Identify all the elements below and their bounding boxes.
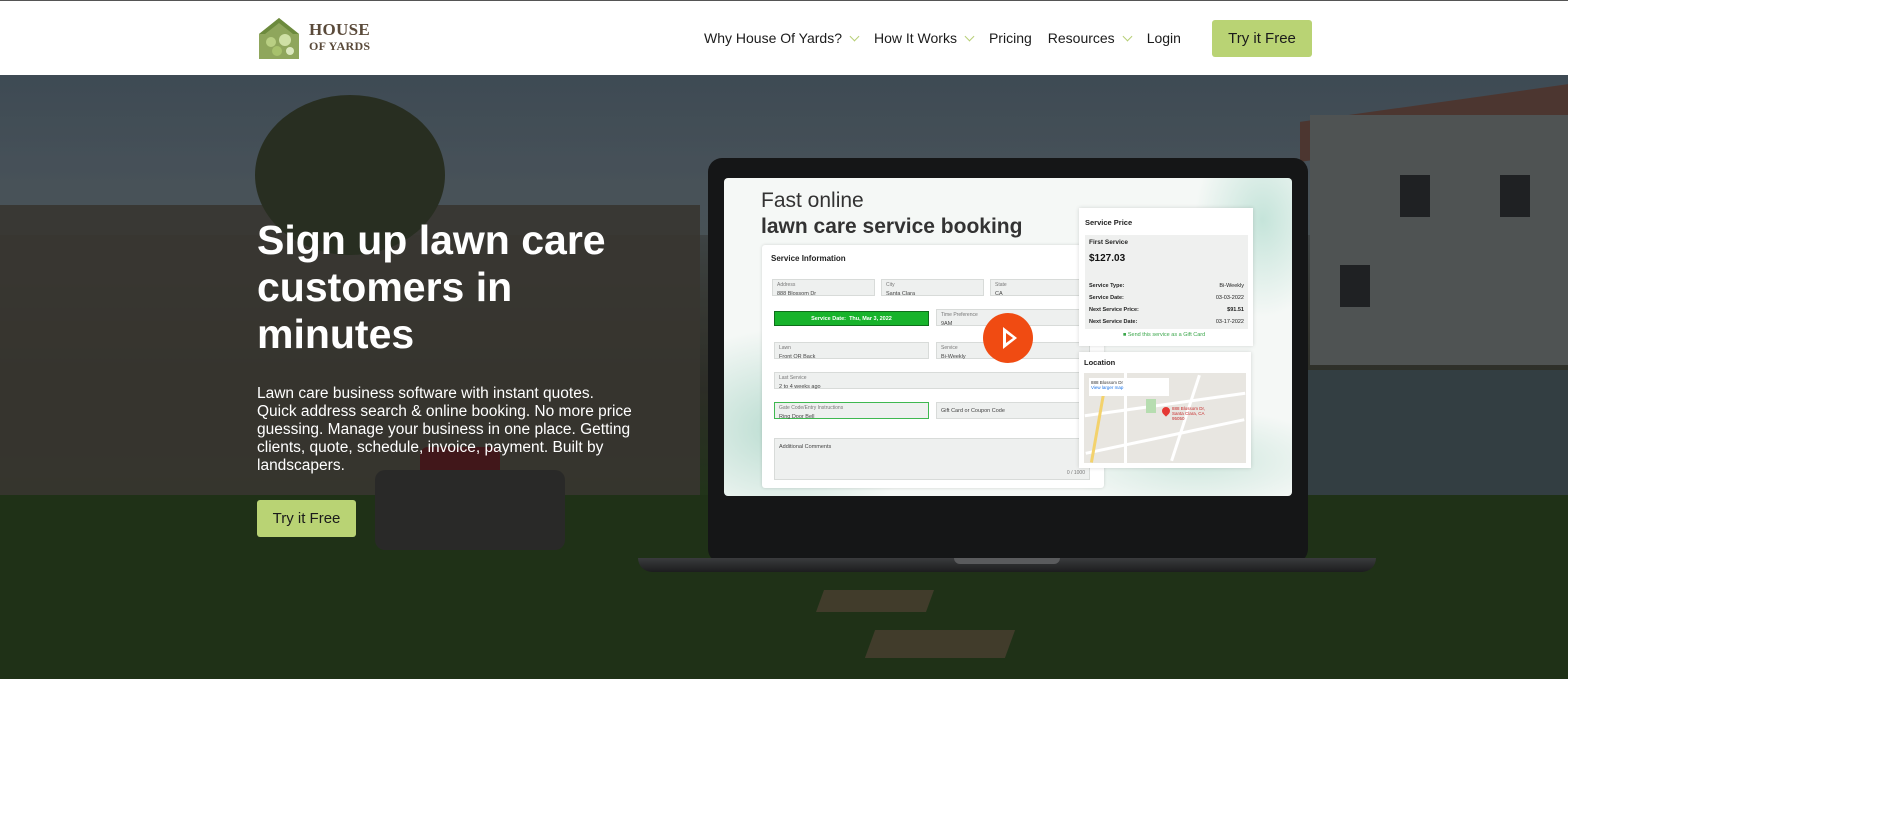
first-service-amount: $127.03 (1089, 253, 1126, 264)
logo-text: HOUSE OF YARDS (309, 20, 371, 54)
price-row: Service Type: Bi-Weekly (1089, 283, 1244, 289)
comments-field: Additional Comments 0 / 1000 (774, 438, 1090, 480)
state-field: State CA (990, 279, 1090, 297)
last-service-field: Last Service 2 to 4 weeks ago (774, 372, 1090, 390)
coupon-field: Gift Card or Coupon Code (936, 402, 1090, 419)
field-value: CA (995, 291, 1003, 297)
house-leaf-logo-icon (259, 18, 299, 59)
video-heading-line-2: lawn care service booking (761, 215, 1023, 238)
field-value: Santa Clara (886, 291, 916, 297)
price-row-value: 03-17-2022 (1215, 319, 1244, 325)
map-pin-label: 888 Blossom Dr, Santa Clara, CA 95050 (1172, 406, 1206, 421)
site-header: HOUSE OF YARDS Why House Of Yards? How I… (0, 1, 1568, 75)
nav-how-it-works[interactable]: How It Works (873, 30, 975, 46)
hero-description: Lawn care business software with instant… (257, 385, 632, 474)
price-row-value: $91.51 (1227, 307, 1244, 313)
chevron-down-icon (964, 31, 975, 41)
laptop-notch (954, 558, 1060, 564)
service-date-value: Thu, Mar 3, 2022 (849, 315, 892, 322)
play-icon-inner (1006, 333, 1013, 343)
map-address-label: 888 Blossom Dr View larger map (1089, 378, 1169, 396)
price-row: Next Service Date: 03-17-2022 (1089, 319, 1244, 325)
map-mockup: 888 Blossom Dr View larger map 888 Bloss… (1084, 373, 1246, 463)
entry-instructions-field: Gate Code/Entry Instructions Ring Door B… (774, 402, 929, 420)
nav-label: Pricing (988, 30, 1032, 46)
nav-label: Resources (1047, 30, 1115, 46)
location-card-title: Location (1084, 358, 1116, 367)
field-label: Last Service (779, 375, 807, 381)
hero-section: Sign up lawn care customers in minutes L… (0, 75, 1568, 679)
service-date-bar: Service Date: Thu, Mar 3, 2022 (774, 311, 929, 326)
price-card-title: Service Price (1085, 218, 1133, 227)
city-field: City Santa Clara (881, 279, 984, 297)
price-card-body: First Service $127.03 Service Type: Bi-W… (1085, 235, 1248, 329)
gift-card-link: ■ Send this service as a Gift Card (1123, 332, 1205, 338)
field-label: Address (777, 282, 796, 288)
location-card: Location 888 Blossom Dr View larger map … (1079, 352, 1251, 468)
service-price-card: Service Price First Service $127.03 Serv… (1079, 208, 1253, 346)
price-row-value: 03-03-2022 (1215, 295, 1244, 301)
price-row-label: Next Service Price: (1089, 307, 1139, 313)
field-label: State (995, 282, 1007, 288)
field-value: Ring Door Bell (779, 414, 815, 420)
chevron-down-icon (1122, 31, 1133, 41)
service-date-label: Service Date: (811, 315, 846, 322)
price-row: Service Date: 03-03-2022 (1089, 295, 1244, 301)
video-preview[interactable]: Fast online lawn care service booking Se… (724, 178, 1292, 496)
map-pin-icon (1160, 405, 1172, 417)
gift-card-text: Send this service as a Gift Card (1127, 332, 1206, 338)
service-form-mockup: Service Information Address 888 Blossom … (762, 245, 1104, 488)
logo-line-2: OF YARDS (309, 39, 371, 53)
price-row-label: Service Date: (1089, 295, 1124, 301)
gift-icon: ■ (1123, 332, 1127, 338)
price-row-label: Service Type: (1089, 283, 1125, 289)
price-row-label: Next Service Date: (1089, 319, 1138, 325)
field-placeholder: Additional Comments (779, 444, 832, 450)
map-park (1146, 399, 1156, 413)
field-label: Lawn (779, 345, 791, 351)
nav-label: Login (1146, 30, 1181, 46)
form-title: Service Information (771, 254, 846, 263)
nav-resources[interactable]: Resources (1047, 30, 1133, 46)
field-label: City (886, 282, 895, 288)
video-heading-line-1: Fast online (761, 189, 864, 212)
field-value: 2 to 4 weeks ago (779, 384, 821, 390)
field-label: Gate Code/Entry Instructions (779, 405, 844, 411)
field-value: Front OR Back (779, 354, 816, 360)
field-label: Time Preference (941, 312, 978, 318)
field-value: 888 Blossom Dr (777, 291, 817, 297)
hero-try-free-button[interactable]: Try it Free (257, 500, 356, 537)
logo-line-1: HOUSE (309, 20, 371, 39)
field-label: Service (941, 345, 958, 351)
nav-label: Why House Of Yards? (704, 30, 842, 46)
main-nav: Why House Of Yards? How It Works Pricing… (704, 1, 1197, 75)
field-placeholder: Gift Card or Coupon Code (941, 408, 1005, 414)
map-road (1085, 418, 1245, 455)
map-larger-link: View larger map (1091, 385, 1124, 390)
address-field: Address 888 Blossom Dr (772, 279, 875, 297)
lawn-field: Lawn Front OR Back (774, 342, 929, 360)
nav-why-house-of-yards[interactable]: Why House Of Yards? (704, 30, 860, 46)
nav-login[interactable]: Login (1147, 30, 1181, 46)
nav-pricing[interactable]: Pricing (989, 30, 1032, 46)
logo[interactable]: HOUSE OF YARDS (257, 15, 397, 61)
comments-counter: 0 / 1000 (1066, 470, 1085, 476)
chevron-down-icon (849, 31, 860, 41)
price-row: Next Service Price: $91.51 (1089, 307, 1244, 313)
nav-label: How It Works (873, 30, 957, 46)
first-service-label: First Service (1089, 239, 1129, 246)
hero-title: Sign up lawn care customers in minutes (257, 217, 606, 357)
header-try-free-button[interactable]: Try it Free (1212, 20, 1312, 57)
price-row-value: Bi-Weekly (1219, 283, 1244, 289)
